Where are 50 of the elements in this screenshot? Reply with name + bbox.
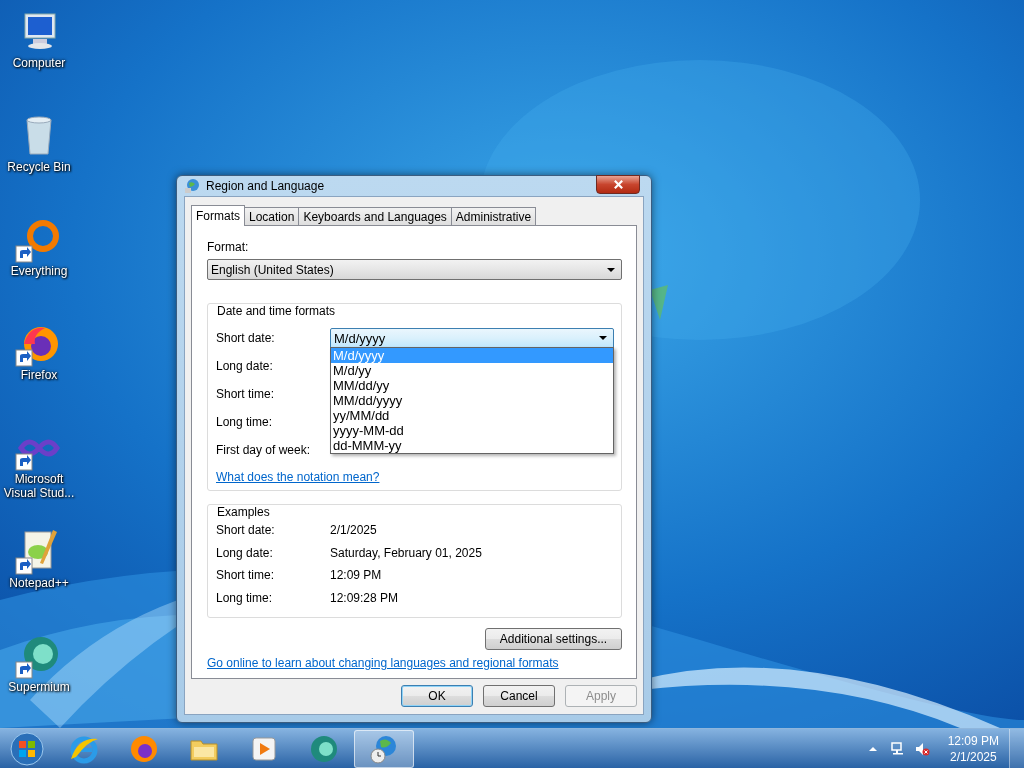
field-label: Long date: <box>216 359 274 373</box>
close-button[interactable] <box>596 175 640 194</box>
tab[interactable]: Administrative <box>450 207 537 225</box>
dropdown-option[interactable]: dd-MMM-yy <box>331 438 613 453</box>
dialog-button[interactable]: OK <box>401 685 473 707</box>
example-value: Saturday, February 01, 2025 <box>330 545 483 560</box>
field-label: First day of week: <box>216 443 312 457</box>
field-label: Long time: <box>216 415 274 429</box>
taskbar-button[interactable] <box>354 729 414 768</box>
example-value: 12:09 PM <box>330 568 383 583</box>
notation-link[interactable]: What does the notation mean? <box>216 470 380 484</box>
desktop-icon-label: Everything <box>9 264 69 278</box>
desktop-icon-label: Computer <box>11 56 67 70</box>
window-title: Region and Language <box>206 179 325 193</box>
tab[interactable]: Keyboards and Languages <box>298 207 452 225</box>
network-icon[interactable] <box>889 740 906 757</box>
desktop-icon-label: Supermium <box>7 680 71 694</box>
short-date-dropdown[interactable]: M/d/yyyy <box>330 327 614 349</box>
dialog-button[interactable]: Cancel <box>483 685 555 707</box>
dropdown-option[interactable]: M/d/yy <box>331 363 613 378</box>
example-label: Short time: <box>216 568 276 583</box>
online-link[interactable]: Go online to learn about changing languages and regional formats <box>207 656 559 670</box>
close-icon <box>612 179 624 190</box>
example-label: Long time: <box>216 590 274 605</box>
dropdown-option[interactable]: yyyy-MM-dd <box>331 423 613 438</box>
dropdown-option[interactable]: MM/dd/yy <box>331 378 613 393</box>
desktop-icon-label: Recycle Bin <box>6 160 72 174</box>
clock-date[interactable]: 2/1/2025 <box>949 748 997 765</box>
desktop-icon-label: Notepad++ <box>8 576 70 590</box>
example-label: Short date: <box>216 523 276 538</box>
group-title: Date and time formats <box>216 304 337 318</box>
format-dropdown[interactable]: English (United States) <box>207 259 622 280</box>
tab[interactable]: Location <box>244 207 300 225</box>
field-label: Short time: <box>216 387 276 401</box>
format-label: Format: <box>207 240 250 254</box>
desktop-icon-label: Firefox <box>19 368 59 382</box>
dropdown-option[interactable]: yy/MM/dd <box>331 408 613 423</box>
field-label: Short date: <box>216 331 276 345</box>
example-label: Long date: <box>216 545 274 560</box>
desktop-icon-label: Microsoft Visual Stud... <box>2 472 76 500</box>
tab[interactable]: Formats <box>191 205 245 226</box>
example-value: 12:09:28 PM <box>330 590 400 605</box>
additional-settings-button[interactable]: Additional settings... <box>485 628 622 650</box>
group-title: Examples <box>216 505 271 519</box>
example-value: 2/1/2025 <box>330 523 378 538</box>
show-desktop-button[interactable] <box>1009 728 1024 768</box>
globe-icon <box>184 178 200 194</box>
caret-icon <box>599 336 607 340</box>
caret-icon <box>607 267 615 272</box>
dropdown-option[interactable]: MM/dd/yyyy <box>331 393 613 408</box>
